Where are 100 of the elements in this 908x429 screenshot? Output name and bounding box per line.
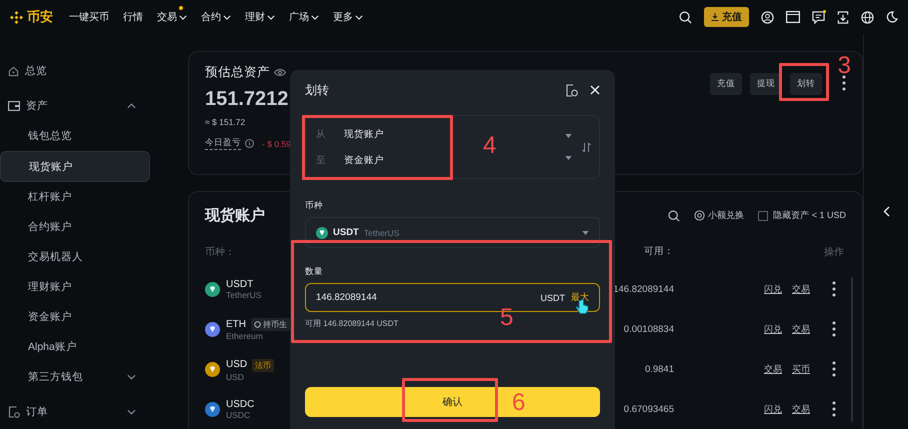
checkbox[interactable] [758,210,768,220]
chevron-down-icon [127,409,136,415]
more-icon[interactable] [832,401,836,417]
sidebar-item[interactable]: 资金账户 [0,302,150,332]
coin-symbol: USD [226,358,248,370]
coin-symbol: USDC [226,398,254,410]
action-link[interactable]: 交易 [792,402,810,416]
home-icon [8,66,19,76]
close-icon[interactable] [590,85,600,95]
dropdown-icon[interactable] [565,156,572,160]
action-link[interactable]: 交易 [764,362,782,376]
table-cell-text: 0.00108834 [622,322,675,336]
target-icon [694,210,706,221]
nav-item[interactable]: 一键买币 [69,10,109,24]
action-button[interactable]: 划转 [790,73,822,95]
column-header: 币种： [205,246,236,260]
field-label: 币种 [305,200,324,212]
wallet-icon [8,101,20,111]
sidebar-item[interactable]: 资产 [0,91,150,121]
total-balance: 151.7212 [205,88,290,111]
from-account[interactable]: 现货账户 [344,128,384,140]
search-icon[interactable] [668,210,680,222]
coin-tag: 法币 [252,358,274,372]
action-link[interactable]: 买币 [792,362,810,376]
moon-icon[interactable] [886,11,898,23]
more-icon[interactable] [842,75,846,91]
download-icon [711,13,719,21]
coin-name: Ethereum [226,330,264,340]
nav-item[interactable]: 合约 [201,10,231,24]
sidebar-item[interactable]: 杠杆账户 [0,182,150,212]
action-link[interactable]: 交易 [792,322,810,336]
sidebar-item[interactable]: 合约账户 [0,212,150,242]
more-icon[interactable] [832,321,836,337]
chevron-down-icon [127,374,136,380]
sidebar-item[interactable]: 理财账户 [0,272,150,302]
nav-item[interactable]: 交易 [157,10,187,24]
amount-input[interactable]: 146.82089144 [316,292,534,303]
action-button[interactable]: 提现 [750,73,782,95]
sidebar-item[interactable]: 钱包总览 [0,121,150,151]
sidebar-item[interactable]: 第三方钱包 [0,362,150,392]
step-number: 4 [483,134,496,158]
table-cell-text: 0.9841 [644,362,675,376]
action-link[interactable]: 交易 [792,282,810,296]
messages-icon[interactable] [812,10,825,24]
nav-item[interactable]: 行情 [123,10,143,24]
dropdown-icon[interactable] [582,230,589,234]
search-icon[interactable] [679,10,692,24]
more-icon[interactable] [832,281,836,297]
action-link[interactable]: 闪兑 [764,282,782,296]
coin-symbol: ETH [226,318,246,330]
eye-icon[interactable] [274,68,286,77]
logo-text[interactable]: 币安 [27,8,53,26]
more-icon[interactable] [832,361,836,377]
orders-icon [8,406,20,418]
coin-icon [316,226,328,238]
chevron-left-icon[interactable] [882,206,890,217]
sidebar-item[interactable]: 总览 [0,56,150,86]
coin-tag: 持币生 [251,318,290,330]
deposit-button[interactable]: 充值 [704,7,749,27]
column-header: 可用： [643,245,675,259]
nav-item[interactable]: 理财 [245,10,275,24]
convert-link[interactable]: 小额兑换 [694,209,744,222]
sidebar-item[interactable]: 交易机器人 [0,242,150,272]
from-label: 从 [316,128,326,140]
scrollbar[interactable] [851,277,853,422]
swap-icon[interactable] [582,142,591,152]
sidebar-item[interactable]: Alpha账户 [0,332,150,362]
coin-name: TetherUS [226,290,262,300]
profile-icon[interactable] [761,10,774,24]
column-header: 操作 [823,246,845,260]
nav-item[interactable]: 更多 [333,10,363,24]
wallet-icon[interactable] [786,11,800,23]
account-selector[interactable]: 从 现货账户 至 资金账户 4 [305,115,600,179]
dropdown-icon[interactable] [565,134,572,138]
available-balance: 可用 146.82089144 USDT [305,318,400,329]
action-link[interactable]: 闪兑 [764,322,782,336]
chevron-up-icon [127,103,136,109]
caret-icon [311,14,319,20]
sidebar-item[interactable]: 现货账户 [0,151,150,182]
caret-icon [267,14,275,20]
caret-icon [223,14,231,20]
sidebar-item[interactable]: 订单 [0,397,150,427]
pnl-label: 今日盈亏 [205,137,241,150]
step-number: 6 [512,391,526,415]
table-cell-text: 146.82089144 [612,282,675,296]
nav-item[interactable]: 广场 [289,10,319,24]
download-icon[interactable] [837,10,849,24]
globe-icon[interactable] [861,10,874,24]
history-icon[interactable] [566,84,578,96]
logo-icon [10,10,23,24]
action-link[interactable]: 闪兑 [764,402,782,416]
action-button[interactable]: 充值 [710,73,742,95]
coin-symbol: USDT [226,278,254,290]
circle-icon [254,320,261,328]
notification-dot [179,6,183,10]
table-cell-text: 0.67093465 [622,402,675,416]
field-label: 数量 [305,266,324,278]
info-icon[interactable] [245,139,254,148]
card-title: 现货账户 [205,206,265,225]
to-account[interactable]: 资金账户 [344,154,384,166]
